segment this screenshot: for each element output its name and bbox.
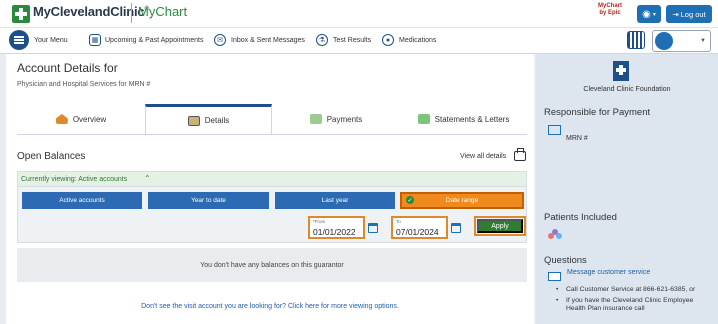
filter-year-to-date-button[interactable]: Year to date xyxy=(148,192,269,209)
account-switcher[interactable]: ▼ xyxy=(652,30,711,52)
pill-icon: ● xyxy=(382,34,394,46)
filter-active-accounts-button[interactable]: Active accounts xyxy=(22,192,142,209)
tab-divider xyxy=(17,134,527,135)
menu-label[interactable]: Your Menu xyxy=(34,37,68,44)
people-icon xyxy=(548,229,562,241)
envelope-icon: ✉ xyxy=(214,34,226,46)
tab-overview[interactable]: Overview xyxy=(17,104,145,134)
globe-icon: ◉ xyxy=(642,8,651,20)
organization-name: Cleveland Clinic Foundation xyxy=(583,86,671,93)
page-title: Account Details for xyxy=(17,61,118,75)
list-item: If you have the Cleveland Clinic Employe… xyxy=(556,297,712,314)
calendar-icon: ▦ xyxy=(89,34,101,46)
calendar-icon[interactable] xyxy=(451,223,461,233)
tab-details[interactable]: Details xyxy=(145,104,272,134)
account-details-card: Account Details for Physician and Hospit… xyxy=(6,54,534,324)
tab-payments[interactable]: Payments xyxy=(272,104,400,134)
money-icon xyxy=(309,114,322,124)
cleveland-clinic-logo-icon[interactable] xyxy=(12,5,30,23)
id-card-icon xyxy=(548,125,561,135)
view-all-details-link[interactable]: View all details xyxy=(460,153,506,160)
currently-viewing-label: Currently viewing: Active accounts xyxy=(21,176,128,183)
nav-item-medications[interactable]: Medications xyxy=(399,37,436,44)
currently-viewing-toggle[interactable]: Currently viewing: Active accounts ⌃ xyxy=(18,172,526,187)
magnifier-document-icon xyxy=(187,115,200,126)
mychart-brand[interactable]: MyChart xyxy=(138,4,187,19)
hospital-icon xyxy=(613,61,629,81)
tab-statements-letters[interactable]: Statements & Letters xyxy=(400,104,527,134)
open-balances-title: Open Balances xyxy=(17,151,86,162)
from-date-field[interactable]: *From 01/01/2022 xyxy=(308,216,365,239)
side-panel: Cleveland Clinic Foundation Responsible … xyxy=(536,54,718,324)
menu-button[interactable] xyxy=(9,30,29,50)
message-customer-service-link[interactable]: Message customer service xyxy=(567,269,650,276)
filter-panel: Currently viewing: Active accounts ⌃ Act… xyxy=(17,171,527,243)
tab-bar: Overview Details Payments Statements & L… xyxy=(17,104,527,134)
house-icon xyxy=(55,114,68,124)
empty-balances-message: You don't have any balances on this guar… xyxy=(17,248,527,282)
contact-list: Call Customer Service at 866-621-6385, o… xyxy=(556,286,712,316)
to-date-value: 07/01/2024 xyxy=(396,227,439,237)
nav-item-inbox[interactable]: Inbox & Sent Messages xyxy=(231,37,305,44)
list-item: Call Customer Service at 866-621-6385, o… xyxy=(556,286,712,295)
logout-button[interactable]: ⇥ Log out xyxy=(666,5,712,23)
chevron-down-icon: ▼ xyxy=(700,38,706,44)
letter-icon xyxy=(417,114,430,124)
questions-title: Questions xyxy=(544,255,587,266)
top-bar: MyClevelandClinic® MyChart MyChart by Ep… xyxy=(0,0,718,28)
checkmark-icon: ✓ xyxy=(406,196,414,204)
envelope-icon xyxy=(548,272,561,281)
mychart-by-epic-logo: MyChart by Epic xyxy=(598,3,623,16)
from-date-value: 01/01/2022 xyxy=(313,227,356,237)
more-viewing-options-link[interactable]: Don't see the visit account you are look… xyxy=(6,303,534,310)
printer-icon[interactable] xyxy=(514,148,526,161)
language-button[interactable]: ◉ ▾ xyxy=(637,5,661,23)
nav-bar: Your Menu ▦ Upcoming & Past Appointments… xyxy=(0,28,718,54)
patients-included-title: Patients Included xyxy=(544,212,617,223)
filter-date-range-button[interactable]: ✓ Date range xyxy=(400,192,524,209)
filter-last-year-button[interactable]: Last year xyxy=(275,192,395,209)
calendar-icon[interactable] xyxy=(368,223,378,233)
page-subtitle: Physician and Hospital Services for MRN … xyxy=(17,81,151,88)
hamburger-icon xyxy=(14,36,24,38)
logout-icon: ⇥ xyxy=(672,9,679,19)
qr-code-icon[interactable] xyxy=(627,31,645,49)
responsible-for-payment-title: Responsible for Payment xyxy=(544,107,651,118)
apply-button[interactable]: Apply xyxy=(477,219,523,233)
mrn-label: MRN # xyxy=(566,135,588,142)
to-date-field[interactable]: To 07/01/2024 xyxy=(391,216,448,239)
nav-item-test-results[interactable]: Test Results xyxy=(333,37,371,44)
brand-divider xyxy=(131,3,132,23)
chevron-up-icon: ⌃ xyxy=(144,174,151,183)
flask-icon: ⚗ xyxy=(316,34,328,46)
nav-item-appointments[interactable]: Upcoming & Past Appointments xyxy=(105,37,203,44)
apply-highlight: Apply xyxy=(474,216,526,236)
chevron-down-icon: ▾ xyxy=(652,11,656,18)
avatar xyxy=(655,32,673,50)
